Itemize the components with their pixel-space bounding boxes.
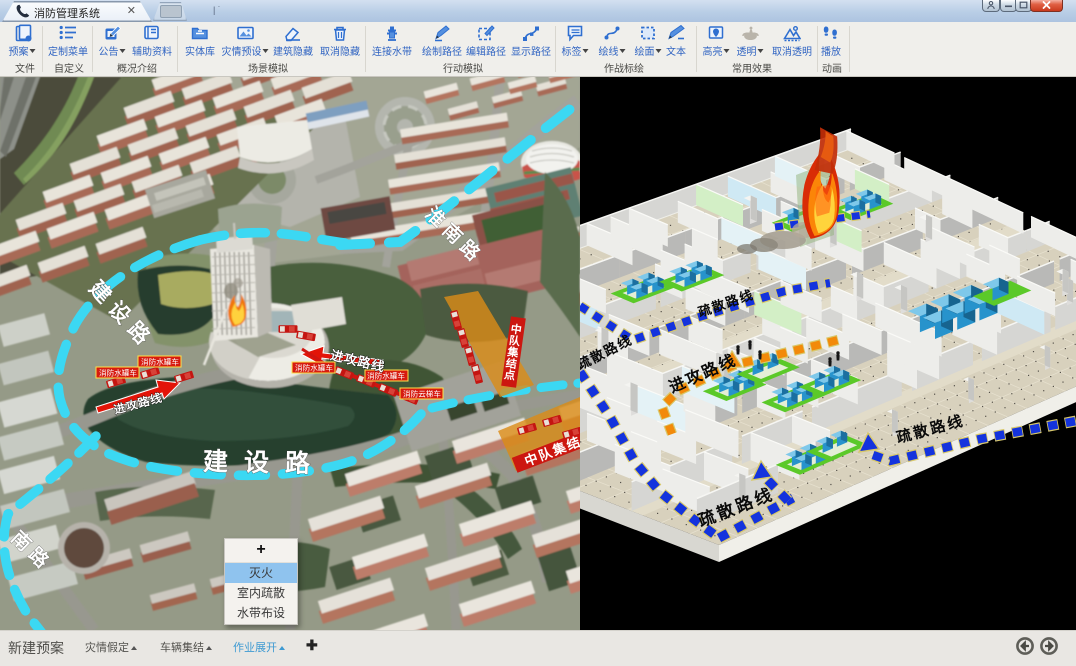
svg-text:建设路: 建设路 xyxy=(203,448,326,478)
svg-text:消防水罐车: 消防水罐车 xyxy=(99,368,137,378)
svg-text:消防水罐车: 消防水罐车 xyxy=(141,357,179,367)
svg-text:消防云梯车: 消防云梯车 xyxy=(403,389,441,399)
svg-text:消防水罐车: 消防水罐车 xyxy=(295,363,333,373)
